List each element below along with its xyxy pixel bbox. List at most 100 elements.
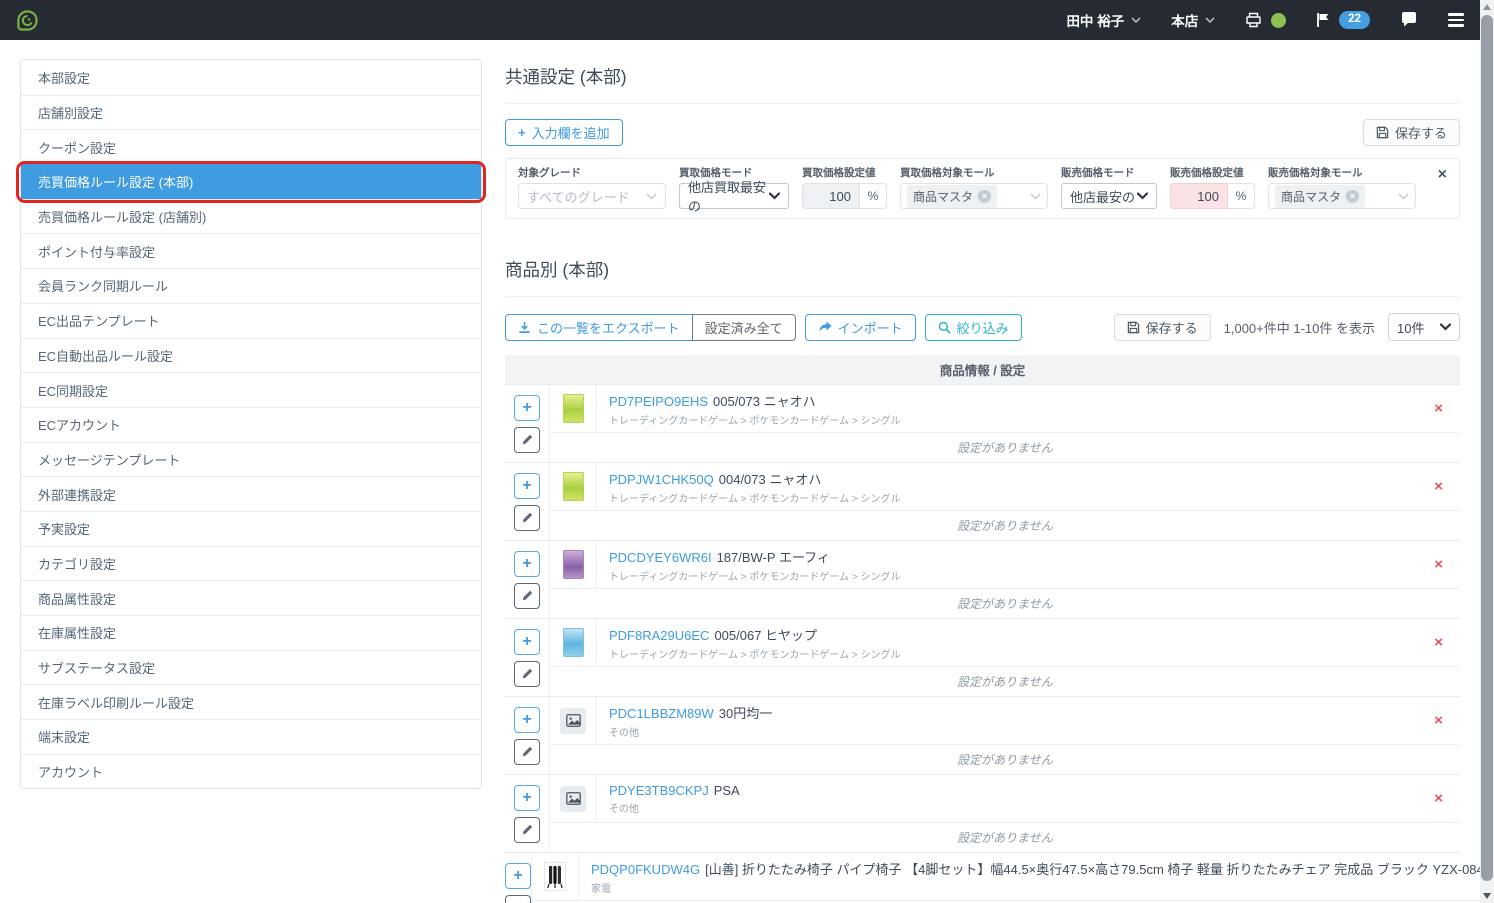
sidebar-item-6[interactable]: ポイント付与率設定: [21, 233, 481, 268]
edit-product-button[interactable]: [514, 661, 540, 687]
product-row: PD7PEIPO9EHS005/073 ニャオハ トレーディングカードゲーム >…: [550, 385, 1460, 432]
printer-icon: [1245, 12, 1262, 28]
product-code-link[interactable]: PDF8RA29U6EC: [609, 628, 709, 643]
remove-product-button[interactable]: ×: [1417, 635, 1460, 650]
product-row: PDQP0FKUDW4G [山善] 折りたたみ椅子 パイプ椅子 【4脚セット】幅4…: [532, 853, 1494, 900]
buy-mall-select[interactable]: 商品マスタ ×: [900, 183, 1048, 209]
menu-icon[interactable]: [1448, 13, 1464, 27]
sidebar-item-18[interactable]: サブステータス設定: [21, 650, 481, 685]
import-button[interactable]: インポート: [805, 314, 916, 341]
remove-product-button[interactable]: ×: [1417, 791, 1460, 806]
buy-value-unit: %: [860, 183, 887, 209]
remove-product-button[interactable]: ×: [1417, 401, 1460, 416]
product-code-link[interactable]: PDCDYEY6WR6I: [609, 550, 712, 565]
product-block: + PD7PEIPO9EHS005/073 ニャオハ トレーディングカードゲーム…: [505, 385, 1460, 463]
sidebar-item-14[interactable]: 予実設定: [21, 511, 481, 546]
product-category: トレーディングカードゲーム > ポケモンカードゲーム > シングル: [609, 412, 1417, 427]
store-name: 本店: [1171, 10, 1198, 30]
chevron-down-icon: [769, 192, 780, 200]
remove-tag-icon[interactable]: ×: [978, 190, 991, 203]
product-code-link[interactable]: PDYE3TB9CKPJ: [609, 783, 709, 798]
sidebar-item-21[interactable]: アカウント: [21, 754, 481, 789]
buy-value-input[interactable]: [802, 183, 860, 209]
sidebar-item-11[interactable]: ECアカウント: [21, 407, 481, 442]
products-save-button[interactable]: 保存する: [1114, 314, 1211, 341]
edit-product-button[interactable]: [505, 895, 531, 903]
scroll-down-arrow[interactable]: [1483, 893, 1491, 899]
product-name: [山善] 折りたたみ椅子 パイプ椅子 【4脚セット】幅44.5×奥行47.5×高…: [705, 862, 1494, 877]
user-menu[interactable]: 田中 裕子: [1066, 10, 1141, 30]
sidebar-item-7[interactable]: 会員ランク同期ルール: [21, 268, 481, 303]
sidebar-item-13[interactable]: 外部連携設定: [21, 476, 481, 511]
printer-status[interactable]: [1245, 12, 1286, 28]
pencil-icon: [522, 434, 533, 445]
add-product-rule-button[interactable]: +: [505, 863, 531, 889]
sidebar-item-20[interactable]: 端末設定: [21, 719, 481, 754]
sell-value-input[interactable]: [1170, 183, 1228, 209]
product-code-link[interactable]: PD7PEIPO9EHS: [609, 394, 708, 409]
app-logo-icon[interactable]: [16, 9, 39, 32]
add-input-row-button[interactable]: + 入力欄を追加: [505, 119, 623, 146]
card-image: [563, 550, 584, 579]
filter-button[interactable]: 絞り込み: [925, 314, 1022, 341]
sidebar-item-3[interactable]: クーポン設定: [21, 129, 481, 164]
edit-product-button[interactable]: [514, 427, 540, 453]
add-product-rule-button[interactable]: +: [514, 785, 540, 811]
edit-product-button[interactable]: [514, 583, 540, 609]
product-code-link[interactable]: PDC1LBBZM89W: [609, 706, 714, 721]
user-name: 田中 裕子: [1066, 10, 1124, 30]
sell-mall-select[interactable]: 商品マスタ ×: [1268, 183, 1416, 209]
remove-tag-icon[interactable]: ×: [1346, 190, 1359, 203]
notifications[interactable]: 22: [1316, 11, 1370, 29]
no-setting-row: 設定がありません: [550, 432, 1460, 462]
product-block: + PDYE3TB9CKPJPSA その他 × 設定がありません: [505, 775, 1460, 853]
page-scrollbar[interactable]: [1480, 0, 1494, 903]
grade-select[interactable]: すべてのグレード: [518, 183, 666, 209]
product-name: PSA: [714, 783, 740, 798]
no-setting-text: 設定がありません: [957, 517, 1053, 534]
common-save-button[interactable]: 保存する: [1363, 119, 1460, 146]
sidebar-item-4[interactable]: 売買価格ルール設定 (本部): [21, 164, 481, 199]
products-toolbar: この一覧をエクスポート 設定済み全て インポート 絞り込み: [505, 313, 1460, 341]
remove-product-button[interactable]: ×: [1417, 557, 1460, 572]
add-product-rule-button[interactable]: +: [514, 551, 540, 577]
chair-image: [544, 862, 566, 891]
remove-rule-row-button[interactable]: ×: [1438, 167, 1447, 183]
sidebar-item-10[interactable]: EC同期設定: [21, 372, 481, 407]
store-menu[interactable]: 本店: [1171, 10, 1215, 30]
add-product-rule-button[interactable]: +: [514, 629, 540, 655]
sell-mode-select[interactable]: 他店最安の: [1061, 183, 1157, 209]
sidebar-item-12[interactable]: メッセージテンプレート: [21, 442, 481, 477]
sidebar-item-5[interactable]: 売買価格ルール設定 (店舗別): [21, 199, 481, 234]
sidebar-item-15[interactable]: カテゴリ設定: [21, 546, 481, 581]
product-info: PDPJW1CHK50Q004/073 ニャオハ トレーディングカードゲーム >…: [597, 469, 1417, 505]
sidebar-item-2[interactable]: 店舗別設定: [21, 95, 481, 130]
remove-product-button[interactable]: ×: [1417, 479, 1460, 494]
scroll-up-arrow[interactable]: [1483, 4, 1491, 10]
chevron-down-icon: [1205, 17, 1215, 24]
sidebar-item-17[interactable]: 在庫属性設定: [21, 615, 481, 650]
configured-filter-button[interactable]: 設定済み全て: [692, 314, 796, 341]
sidebar-item-9[interactable]: EC自動出品ルール設定: [21, 338, 481, 373]
add-product-rule-button[interactable]: +: [514, 395, 540, 421]
product-name: 005/067 ヒヤップ: [714, 628, 817, 643]
buy-mode-select[interactable]: 他店買取最安の: [679, 183, 789, 209]
remove-product-button[interactable]: ×: [1417, 713, 1460, 728]
scrollbar-thumb[interactable]: [1481, 15, 1493, 881]
add-product-rule-button[interactable]: +: [514, 707, 540, 733]
export-list-button[interactable]: この一覧をエクスポート: [505, 314, 693, 341]
edit-product-button[interactable]: [514, 739, 540, 765]
edit-product-button[interactable]: [514, 817, 540, 843]
product-code-link[interactable]: PDPJW1CHK50Q: [609, 472, 714, 487]
sidebar-item-16[interactable]: 商品属性設定: [21, 580, 481, 615]
product-code-link[interactable]: PDQP0FKUDW4G: [591, 862, 700, 877]
sidebar-item-19[interactable]: 在庫ラベル印刷ルール設定: [21, 684, 481, 719]
product-block: + PDF8RA29U6EC005/067 ヒヤップ トレーディングカードゲーム…: [505, 619, 1460, 697]
sidebar-item-1[interactable]: 本部設定: [21, 60, 481, 95]
edit-product-button[interactable]: [514, 505, 540, 531]
sidebar-item-8[interactable]: EC出品テンプレート: [21, 303, 481, 338]
add-product-rule-button[interactable]: +: [514, 473, 540, 499]
per-page-select[interactable]: 10件: [1388, 313, 1460, 341]
chat-icon[interactable]: [1400, 12, 1418, 28]
card-image: [563, 472, 584, 501]
